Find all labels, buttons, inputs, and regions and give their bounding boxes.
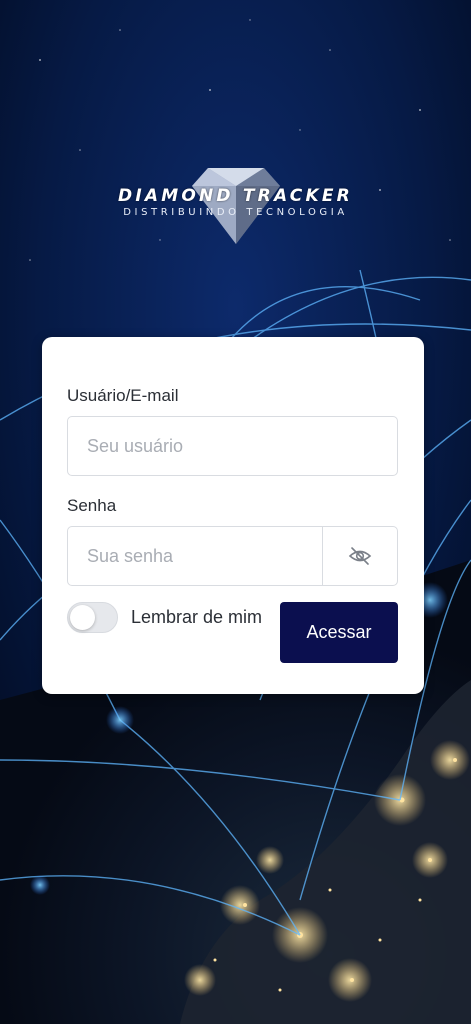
remember-me-label: Lembrar de mim (131, 607, 263, 627)
remember-me-toggle[interactable] (67, 602, 118, 633)
login-screen: DIAMOND TRACKER DISTRIBUINDO TECNOLOGIA … (0, 0, 471, 1024)
eye-slash-icon (348, 547, 372, 565)
password-visibility-toggle[interactable] (322, 526, 398, 586)
brand-logo: DIAMOND TRACKER DISTRIBUINDO TECNOLOGIA (0, 160, 471, 250)
login-card: Usuário/E-mail Senha Lembrar de mim Aces… (42, 337, 424, 694)
user-input[interactable] (67, 416, 398, 476)
brand-title: DIAMOND TRACKER (118, 186, 353, 206)
password-input[interactable] (67, 526, 323, 586)
password-label: Senha (67, 496, 117, 515)
toggle-knob (70, 605, 95, 630)
user-label: Usuário/E-mail (67, 386, 179, 405)
brand-subtitle: DISTRIBUINDO TECNOLOGIA (123, 207, 348, 218)
submit-button[interactable]: Acessar (280, 602, 398, 663)
